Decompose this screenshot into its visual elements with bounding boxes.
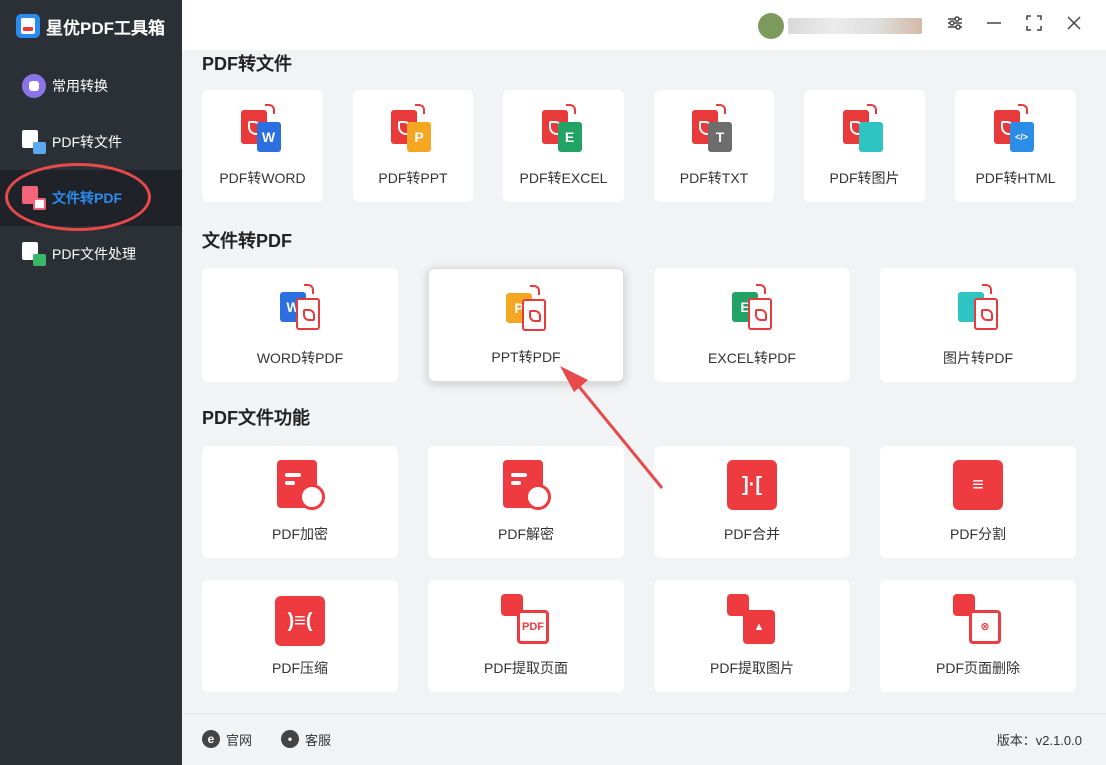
maximize-icon[interactable] <box>1023 14 1045 36</box>
app-title: 星优PDF工具箱 <box>16 12 165 40</box>
website-label: 官网 <box>226 732 253 748</box>
service-link[interactable]: • 客服 <box>281 729 331 749</box>
card-pdf-encrypt[interactable]: PDF加密 <box>202 446 398 558</box>
extract-page-icon: PDF <box>501 594 551 644</box>
pdf-to-ppt-icon: P <box>391 104 435 152</box>
card-pdf-compress[interactable]: )≡( PDF压缩 <box>202 580 398 692</box>
split-icon: ≡ <box>953 460 1003 510</box>
card-label: PDF提取图片 <box>710 660 794 676</box>
sidebar: 星优PDF工具箱 常用转换 PDF转文件 文件转PDF PDF文件处理 <box>0 0 182 765</box>
card-label: PDF解密 <box>498 526 554 542</box>
sidebar-item-pdf-process[interactable]: PDF文件处理 <box>0 226 182 282</box>
card-pdf-to-excel[interactable]: E PDF转EXCEL <box>503 90 624 202</box>
pdf-to-file-icon <box>22 130 46 154</box>
username-blurred <box>788 18 922 34</box>
card-label: PDF转PPT <box>378 170 448 186</box>
main-content: PDF转文件 W PDF转WORD P PDF转PPT E PDF转EXCEL … <box>182 50 1106 713</box>
excel-to-pdf-icon: E <box>730 284 774 330</box>
extract-image-icon: ▲ <box>727 594 777 644</box>
card-label: PDF转WORD <box>219 170 306 186</box>
card-label: 图片转PDF <box>943 350 1013 366</box>
card-image-to-pdf[interactable]: 图片转PDF <box>880 268 1076 382</box>
card-label: PDF加密 <box>272 526 328 542</box>
pdf-to-excel-icon: E <box>541 104 586 152</box>
ppt-to-pdf-icon: P <box>504 285 548 331</box>
sidebar-item-pdf-to-file[interactable]: PDF转文件 <box>0 114 182 170</box>
card-label: PDF转EXCEL <box>519 170 608 186</box>
app-logo-icon <box>16 14 40 38</box>
pdf-to-image-icon <box>842 104 887 152</box>
card-excel-to-pdf[interactable]: E EXCEL转PDF <box>654 268 850 382</box>
website-link[interactable]: e 官网 <box>202 729 252 749</box>
sidebar-item-common[interactable]: 常用转换 <box>0 58 182 114</box>
card-label: PDF合并 <box>724 526 780 542</box>
card-pdf-to-image[interactable]: PDF转图片 <box>804 90 925 202</box>
pdf-to-txt-icon: T <box>692 104 736 152</box>
section-title-pdf-functions: PDF文件功能 <box>202 408 310 428</box>
card-pdf-delete-page[interactable]: ⊗ PDF页面删除 <box>880 580 1076 692</box>
minimize-icon[interactable] <box>983 14 1005 36</box>
lock-icon <box>275 460 325 510</box>
avatar[interactable] <box>758 13 784 39</box>
card-label: PDF转TXT <box>679 170 749 186</box>
card-pdf-to-html[interactable]: </> PDF转HTML <box>955 90 1076 202</box>
section-title-file-to-pdf: 文件转PDF <box>202 231 292 251</box>
sidebar-item-label: PDF转文件 <box>52 134 122 150</box>
sidebar-item-label: PDF文件处理 <box>52 246 136 262</box>
image-to-pdf-icon <box>956 284 1000 330</box>
chat-icon: • <box>281 730 299 748</box>
pdf-to-html-icon: </> <box>993 104 1038 152</box>
highlight-ellipse <box>5 163 151 231</box>
key-icon <box>501 460 551 510</box>
service-label: 客服 <box>305 732 332 748</box>
sidebar-item-label: 常用转换 <box>52 78 108 94</box>
card-word-to-pdf[interactable]: W WORD转PDF <box>202 268 398 382</box>
card-pdf-to-txt[interactable]: T PDF转TXT <box>654 90 774 202</box>
top-bar <box>182 0 1106 50</box>
card-pdf-split[interactable]: ≡ PDF分割 <box>880 446 1076 558</box>
card-label: WORD转PDF <box>256 350 344 366</box>
app-title-text: 星优PDF工具箱 <box>46 18 165 38</box>
word-to-pdf-icon: W <box>278 284 322 330</box>
delete-page-icon: ⊗ <box>953 594 1003 644</box>
section-title-pdf-to-file: PDF转文件 <box>202 54 292 74</box>
website-icon: e <box>202 730 220 748</box>
merge-icon: ]·[ <box>727 460 777 510</box>
footer: e 官网 • 客服 版本：v2.1.0.0 <box>182 713 1106 765</box>
card-label: PPT转PDF <box>491 349 561 365</box>
pdf-to-word-icon: W <box>240 104 285 152</box>
apps-icon <box>22 74 46 98</box>
card-pdf-merge[interactable]: ]·[ PDF合并 <box>654 446 850 558</box>
card-pdf-extract-image[interactable]: ▲ PDF提取图片 <box>654 580 850 692</box>
pdf-process-icon <box>22 242 46 266</box>
compress-icon: )≡( <box>275 596 325 646</box>
version-text: 版本：v2.1.0.0 <box>996 733 1082 748</box>
close-icon[interactable] <box>1063 14 1085 36</box>
card-pdf-decrypt[interactable]: PDF解密 <box>428 446 624 558</box>
card-pdf-to-word[interactable]: W PDF转WORD <box>202 90 323 202</box>
card-label: PDF转HTML <box>975 170 1056 186</box>
card-label: PDF页面删除 <box>936 660 1020 676</box>
card-label: PDF提取页面 <box>484 660 568 676</box>
card-ppt-to-pdf[interactable]: P PPT转PDF <box>428 268 624 382</box>
card-label: PDF转图片 <box>829 170 900 186</box>
card-label: PDF压缩 <box>272 660 328 676</box>
card-pdf-to-ppt[interactable]: P PDF转PPT <box>353 90 473 202</box>
card-label: PDF分割 <box>950 526 1006 542</box>
card-label: EXCEL转PDF <box>708 350 796 366</box>
settings-icon[interactable] <box>944 14 966 36</box>
card-pdf-extract-page[interactable]: PDF PDF提取页面 <box>428 580 624 692</box>
